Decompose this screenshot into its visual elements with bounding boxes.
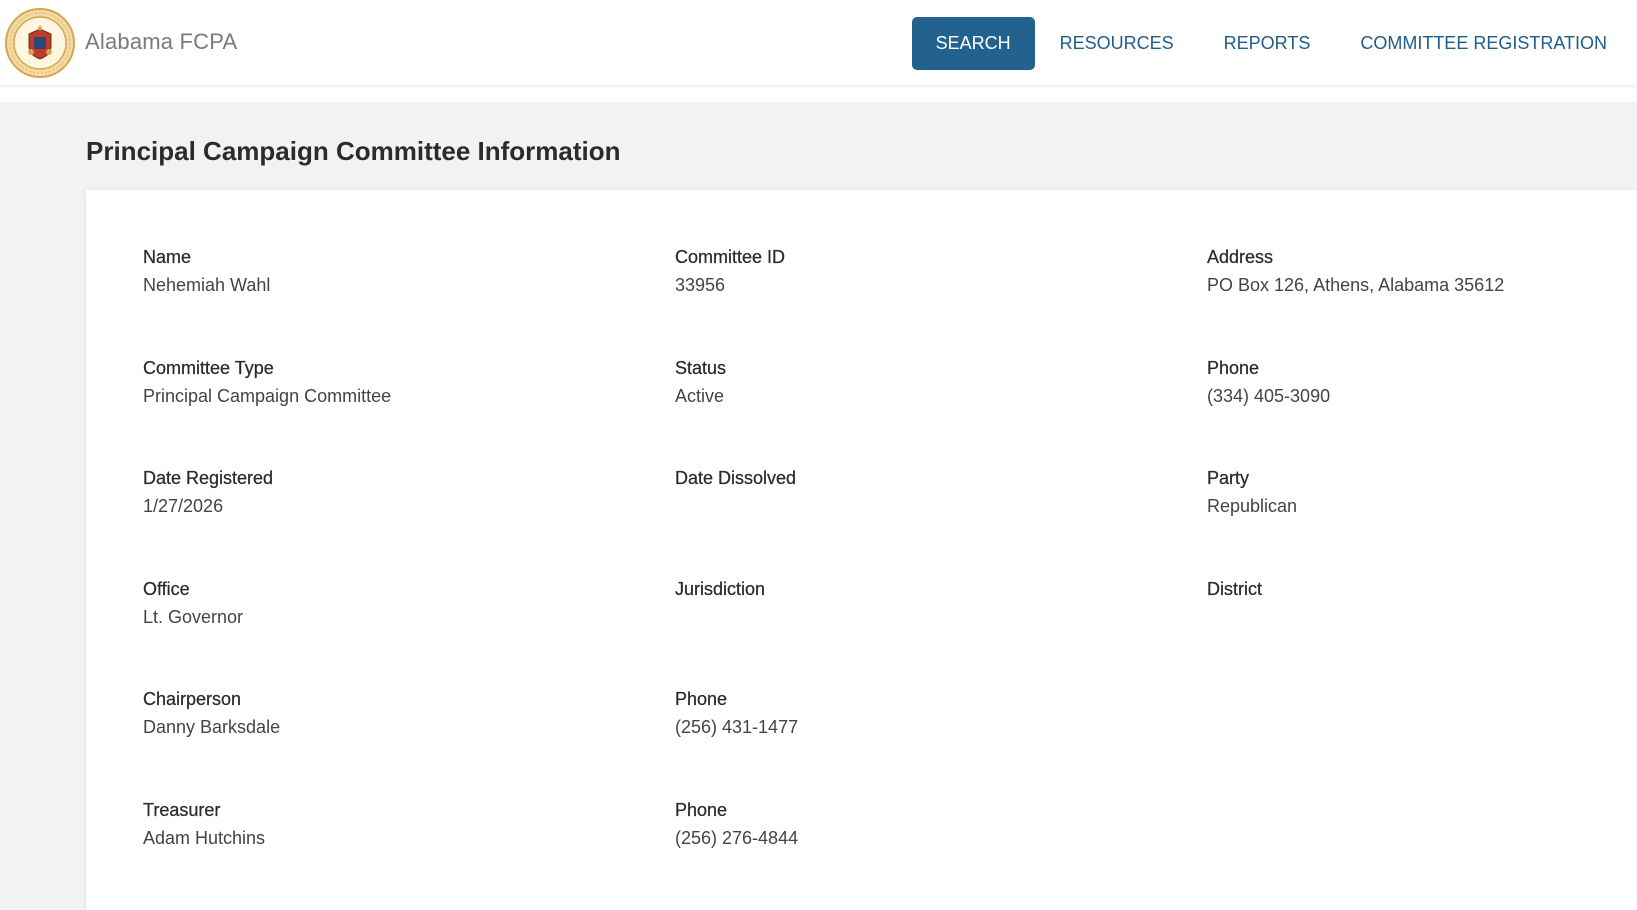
field-label: Address — [1207, 247, 1274, 267]
page-title: Principal Campaign Committee Information — [86, 136, 621, 166]
field-date-dissolved: Date Dissolved — [675, 468, 1135, 517]
nav-reports-link[interactable]: REPORTS — [1199, 17, 1336, 70]
field-label: Office — [143, 579, 190, 599]
nav-committee-registration-link[interactable]: COMMITTEE REGISTRATION — [1335, 17, 1637, 70]
field-label: Phone — [675, 800, 728, 820]
field-date-registered: Date Registered 1/27/2026 — [143, 468, 603, 517]
field-value: Danny Barksdale — [143, 717, 281, 737]
field-district: District — [1207, 579, 1637, 628]
field-value: (334) 405-3090 — [1207, 386, 1331, 406]
field-label: Jurisdiction — [675, 579, 766, 599]
site-brand-name[interactable]: Alabama FCPA — [85, 29, 237, 55]
field-party: Party Republican — [1207, 468, 1637, 517]
header-spacer-band — [0, 85, 1637, 102]
nav-resources-link[interactable]: RESOURCES — [1035, 17, 1199, 70]
field-label: Date Dissolved — [675, 468, 797, 488]
field-label: Phone — [675, 689, 728, 709]
field-label: Committee Type — [143, 358, 274, 378]
field-treasurer-phone: Phone (256) 276-4844 — [675, 800, 1135, 849]
field-chairperson-phone: Phone (256) 431-1477 — [675, 689, 1135, 738]
field-label: Committee ID — [675, 247, 786, 267]
field-jurisdiction: Jurisdiction — [675, 579, 1135, 628]
field-office: Office Lt. Governor — [143, 579, 603, 628]
field-name: Name Nehemiah Wahl — [143, 247, 603, 296]
field-label: Chairperson — [143, 689, 242, 709]
field-committee-id: Committee ID 33956 — [675, 247, 1135, 296]
field-value: Active — [675, 386, 725, 406]
field-value — [675, 607, 1135, 628]
field-chairperson: Chairperson Danny Barksdale — [143, 689, 603, 738]
field-value: PO Box 126, Athens, Alabama 35612 — [1207, 275, 1505, 295]
field-label: Date Registered — [143, 468, 274, 488]
field-value: Republican — [1207, 496, 1298, 516]
field-value: Nehemiah Wahl — [143, 275, 271, 295]
field-value: 1/27/2026 — [143, 496, 224, 516]
field-value: Principal Campaign Committee — [143, 386, 392, 406]
field-label: Status — [675, 358, 727, 378]
committee-info-card: Name Nehemiah Wahl Committee ID 33956 Ad… — [86, 190, 1637, 910]
field-treasurer: Treasurer Adam Hutchins — [143, 800, 603, 849]
field-label: District — [1207, 579, 1262, 599]
field-status: Status Active — [675, 358, 1135, 407]
field-committee-type: Committee Type Principal Campaign Commit… — [143, 358, 603, 407]
field-value: 33956 — [675, 275, 726, 295]
field-label: Party — [1207, 468, 1250, 488]
nav-search-button[interactable]: SEARCH — [911, 17, 1035, 70]
state-seal-logo[interactable] — [5, 8, 75, 78]
field-label: Phone — [1207, 358, 1260, 378]
field-label: Name — [143, 247, 192, 267]
field-value: (256) 431-1477 — [675, 717, 799, 737]
field-value — [1207, 607, 1637, 628]
main-nav: SEARCH RESOURCES REPORTS COMMITTEE REGIS… — [911, 17, 1637, 70]
field-value — [675, 496, 1135, 517]
field-address: Address PO Box 126, Athens, Alabama 3561… — [1207, 247, 1637, 296]
field-value: Lt. Governor — [143, 607, 244, 627]
field-value: (256) 276-4844 — [675, 828, 799, 848]
top-navigation-bar: Alabama FCPA SEARCH RESOURCES REPORTS CO… — [0, 0, 1637, 85]
field-label: Treasurer — [143, 800, 221, 820]
field-committee-phone: Phone (334) 405-3090 — [1207, 358, 1637, 407]
field-value: Adam Hutchins — [143, 828, 266, 848]
